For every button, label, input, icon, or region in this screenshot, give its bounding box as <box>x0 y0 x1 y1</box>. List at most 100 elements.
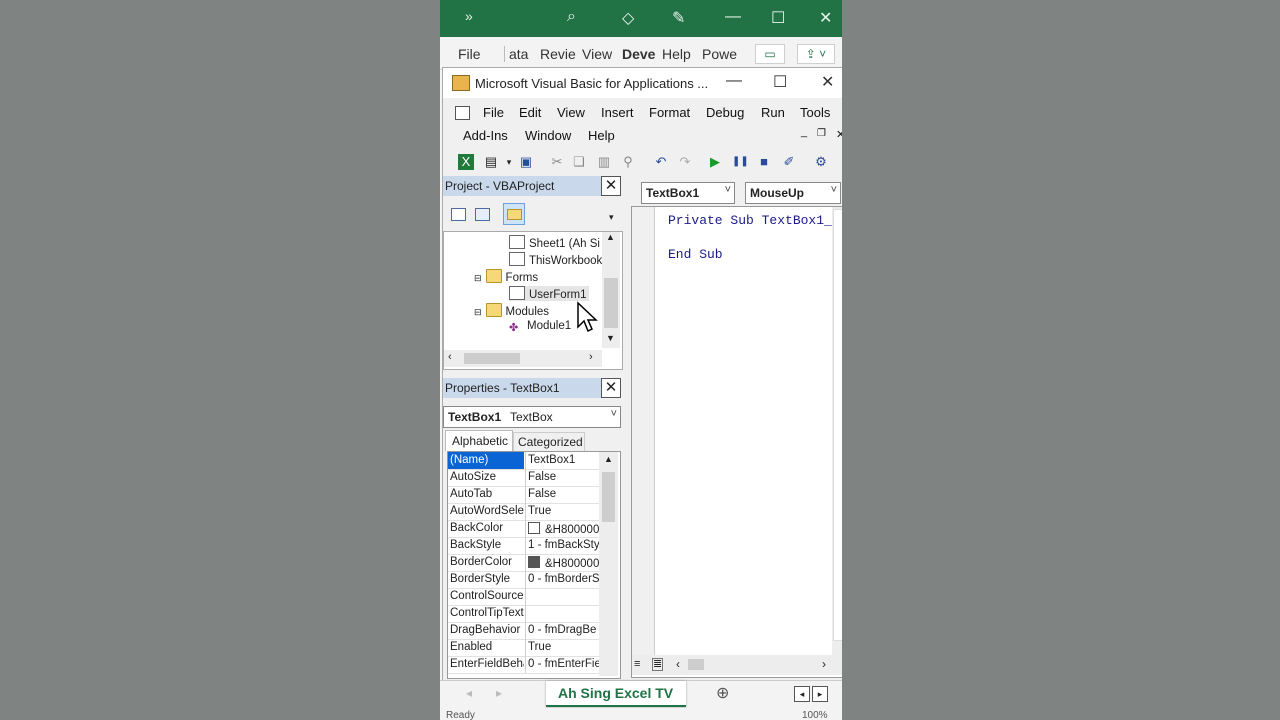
reset-icon[interactable]: ■ <box>756 154 772 170</box>
code-editor[interactable]: Private Sub TextBox1_MouseUp( End Sub ≡ … <box>631 206 842 678</box>
tab-review[interactable]: Revie <box>540 46 576 62</box>
property-value[interactable]: False <box>528 471 606 483</box>
expand-icon[interactable]: » <box>465 8 473 24</box>
module-menu-icon[interactable] <box>455 106 470 120</box>
property-row[interactable]: (Name) TextBox1 <box>448 452 608 470</box>
property-value[interactable]: False <box>528 488 606 500</box>
toggle-folders-button[interactable] <box>503 203 525 225</box>
next-sheet-icon[interactable]: ▸ <box>496 686 502 700</box>
object-selector[interactable]: TextBox1 TextBox ˅ <box>443 406 621 428</box>
vba-close-icon[interactable]: ✕ <box>821 72 834 92</box>
tree-item-forms[interactable]: ⊟ Forms <box>474 269 538 284</box>
property-row[interactable]: AutoSize False <box>448 469 608 487</box>
prev-sheet-icon[interactable]: ◂ <box>466 686 472 700</box>
copy-icon[interactable]: ❏ <box>571 154 587 170</box>
menu-view[interactable]: View <box>557 105 585 120</box>
pen-icon[interactable]: ✎ <box>672 8 685 28</box>
maximize-icon[interactable]: ☐ <box>771 8 785 28</box>
excel-view-icon[interactable]: X <box>458 154 474 170</box>
tree-item-modules[interactable]: ⊟ Modules <box>474 303 549 318</box>
run-icon[interactable]: ▶ <box>707 154 723 170</box>
view-code-icon[interactable] <box>451 208 466 221</box>
scroll-left-button[interactable]: ◂ <box>794 686 810 702</box>
menu-format[interactable]: Format <box>649 105 690 120</box>
property-row[interactable]: BorderColor &H800000 <box>448 554 608 572</box>
search-icon[interactable]: ⌕ <box>567 8 576 26</box>
property-row[interactable]: EnterFieldBeha 0 - fmEnterFie <box>448 656 608 674</box>
code-object-dropdown[interactable]: TextBox1 ˅ <box>641 182 735 204</box>
full-module-view-icon[interactable]: ≣ <box>652 658 664 671</box>
property-value[interactable]: True <box>528 641 606 653</box>
paste-icon[interactable]: ▥ <box>596 154 612 170</box>
project-tree-vscroll[interactable]: ▲ ▼ <box>602 232 620 348</box>
tab-power[interactable]: Powe <box>702 46 737 62</box>
mdi-minimize-icon[interactable]: _ <box>801 126 807 138</box>
vba-minimize-icon[interactable]: — <box>726 72 742 90</box>
project-toolbar-more-icon[interactable]: ▾ <box>609 212 614 223</box>
tab-developer[interactable]: Deve <box>622 46 656 69</box>
tree-item-sheet1[interactable]: Sheet1 (Ah Si <box>509 235 600 250</box>
collapse-icon[interactable]: ⊟ <box>474 307 482 317</box>
design-mode-icon[interactable]: ✐ <box>781 154 797 170</box>
redo-icon[interactable]: ↷ <box>677 154 693 170</box>
procedure-view-icon[interactable]: ≡ <box>634 658 640 670</box>
share-button[interactable]: ⇪ ˅ <box>797 44 835 64</box>
property-row[interactable]: BackStyle 1 - fmBackSty <box>448 537 608 555</box>
property-row[interactable]: AutoTab False <box>448 486 608 504</box>
diamond-icon[interactable]: ◇ <box>622 8 634 28</box>
vba-maximize-icon[interactable]: ☐ <box>773 72 787 92</box>
properties-pane-close-button[interactable]: ✕ <box>601 378 621 398</box>
property-row[interactable]: Enabled True <box>448 639 608 657</box>
minimize-icon[interactable]: — <box>725 8 741 26</box>
property-row[interactable]: AutoWordSele True <box>448 503 608 521</box>
property-value[interactable]: 0 - fmBorderS <box>528 573 606 585</box>
tree-item-thisworkbook[interactable]: ThisWorkbook <box>509 252 602 267</box>
tab-data[interactable]: ata <box>504 46 528 62</box>
tab-file[interactable]: File <box>458 46 481 62</box>
property-value[interactable]: True <box>528 505 606 517</box>
comments-button[interactable]: ▭ <box>755 44 785 64</box>
property-row[interactable]: BackColor &H800000 <box>448 520 608 538</box>
property-value[interactable]: 1 - fmBackSty <box>528 539 606 551</box>
mdi-close-icon[interactable]: ✕ <box>836 128 842 141</box>
property-value[interactable]: 0 - fmDragBe <box>528 624 606 636</box>
tab-categorized[interactable]: Categorized <box>513 432 585 452</box>
project-pane-close-button[interactable]: ✕ <box>601 176 621 196</box>
find-icon[interactable]: ⚲ <box>620 154 636 170</box>
project-tree-hscroll[interactable]: ‹ › <box>444 350 602 367</box>
tab-alphabetic[interactable]: Alphabetic <box>445 430 513 451</box>
property-row[interactable]: ControlSource <box>448 588 608 606</box>
property-value[interactable]: 0 - fmEnterFie <box>528 658 606 670</box>
property-value[interactable]: TextBox1 <box>528 454 606 466</box>
add-sheet-icon[interactable]: ⊕ <box>716 683 729 703</box>
tab-view[interactable]: View <box>582 46 612 62</box>
sheet-tab-active[interactable]: Ah Sing Excel TV <box>546 681 686 707</box>
menu-help[interactable]: Help <box>588 128 615 143</box>
menu-window[interactable]: Window <box>525 128 571 143</box>
code-procedure-dropdown[interactable]: MouseUp ˅ <box>745 182 841 204</box>
tab-help[interactable]: Help <box>662 46 691 62</box>
menu-add-ins[interactable]: Add-Ins <box>463 128 508 143</box>
menu-edit[interactable]: Edit <box>519 105 541 120</box>
property-row[interactable]: ControlTipText <box>448 605 608 623</box>
save-icon[interactable]: ▣ <box>518 154 534 170</box>
zoom-level[interactable]: 100% <box>802 710 828 720</box>
close-icon[interactable]: ✕ <box>819 8 832 28</box>
property-value[interactable]: &H800000 <box>528 522 606 536</box>
property-row[interactable]: BorderStyle 0 - fmBorderS <box>448 571 608 589</box>
tree-item-module1[interactable]: ✤ Module1 <box>509 320 571 334</box>
code-vscroll[interactable] <box>832 207 842 655</box>
insert-dropdown-icon[interactable]: ▾ <box>501 154 517 170</box>
code-hscroll[interactable]: ≡ ≣ ‹ › <box>632 655 842 675</box>
tree-item-userform1[interactable]: UserForm1 <box>509 286 589 301</box>
mdi-restore-icon[interactable]: ❐ <box>817 128 826 139</box>
menu-run[interactable]: Run <box>761 105 785 120</box>
cut-icon[interactable]: ✂ <box>549 154 565 170</box>
view-object-icon[interactable] <box>475 208 490 221</box>
menu-insert[interactable]: Insert <box>601 105 634 120</box>
scroll-right-button[interactable]: ▸ <box>812 686 828 702</box>
property-value[interactable]: &H800000 <box>528 556 606 570</box>
undo-icon[interactable]: ↶ <box>653 154 669 170</box>
menu-debug[interactable]: Debug <box>706 105 744 120</box>
menu-file[interactable]: File <box>483 105 504 120</box>
